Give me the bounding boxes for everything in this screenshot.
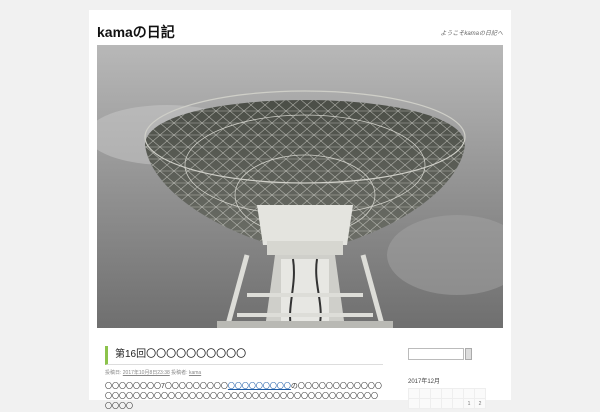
radio-telescope-photo	[97, 45, 503, 328]
site-title[interactable]: kamaの日記	[97, 22, 175, 42]
calendar-day	[452, 398, 464, 409]
post-author-label: 投稿者:	[171, 370, 188, 376]
calendar-weekday	[463, 388, 475, 399]
header-image	[97, 45, 503, 328]
site-description: ようこそkamaの日記へ	[440, 31, 503, 37]
post-inline-link[interactable]: 〇〇〇〇〇〇〇〇〇	[228, 383, 291, 390]
calendar-day	[430, 398, 442, 409]
calendar-weekday	[474, 388, 486, 399]
search-button[interactable]	[465, 348, 472, 360]
calendar-day[interactable]: 2	[474, 398, 486, 409]
post-header: 第16回〇〇〇〇〇〇〇〇〇〇	[105, 346, 383, 365]
calendar-week-row: 1 2	[408, 398, 486, 409]
calendar-weekday	[408, 388, 420, 399]
post-meta: 投稿日: 2017年10月8日23:38 投稿者: kama	[105, 369, 383, 376]
post-body: 〇〇〇〇〇〇〇〇7〇〇〇〇〇〇〇〇〇〇〇〇〇〇〇〇〇〇の〇〇〇〇〇〇〇〇〇〇〇〇…	[105, 382, 383, 412]
calendar: 1 2	[408, 388, 486, 409]
calendar-day	[441, 398, 453, 409]
calendar-weekday	[419, 388, 431, 399]
calendar-day[interactable]: 1	[463, 398, 475, 409]
post-date-link[interactable]: 2017年10月8日23:38	[123, 370, 170, 376]
post-title[interactable]: 第16回〇〇〇〇〇〇〇〇〇〇	[115, 346, 383, 364]
calendar-day	[419, 398, 431, 409]
search-input[interactable]	[408, 348, 464, 360]
page: kamaの日記 ようこそkamaの日記へ 第16回〇〇〇〇〇〇〇〇〇〇 投稿日:…	[89, 10, 511, 410]
post-date-label: 投稿日:	[105, 370, 122, 376]
calendar-weekday	[452, 388, 464, 399]
calendar-day	[408, 398, 420, 409]
post-text: 〇〇〇〇〇〇〇〇7〇〇〇〇〇〇〇〇〇	[105, 383, 228, 390]
main-content: 第16回〇〇〇〇〇〇〇〇〇〇 投稿日: 2017年10月8日23:38 投稿者:…	[105, 346, 383, 412]
search-form	[408, 348, 496, 360]
calendar-caption: 2017年12月	[408, 379, 441, 385]
calendar-weekday	[441, 388, 453, 399]
calendar-header-row	[408, 388, 486, 399]
calendar-weekday	[430, 388, 442, 399]
post-author-link[interactable]: kama	[189, 370, 201, 376]
